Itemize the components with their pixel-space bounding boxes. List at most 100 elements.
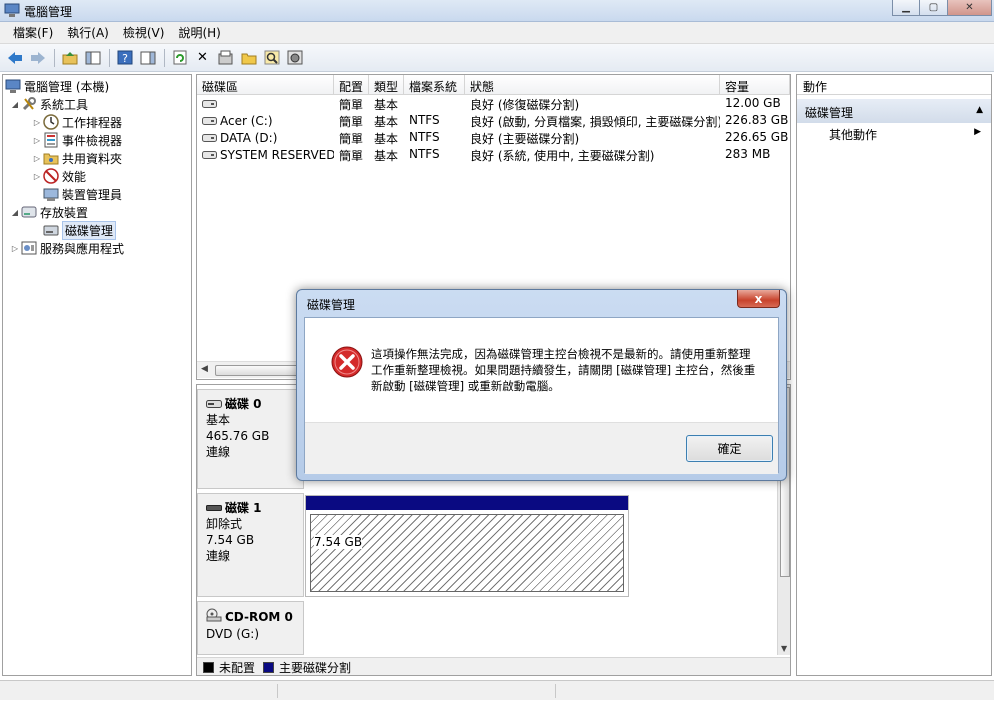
services-apps-icon	[21, 240, 37, 256]
column-status[interactable]: 狀態	[465, 75, 720, 94]
back-icon[interactable]	[4, 47, 25, 68]
error-dialog: 磁碟管理 x 這項操作無法完成，因為磁碟管理主控台檢視不是最新的。請使用重新整理…	[296, 289, 787, 481]
menu-view[interactable]: 檢視(V)	[116, 24, 172, 41]
tree-item-device-manager[interactable]: 裝置管理員	[43, 185, 122, 203]
dialog-footer: 確定	[305, 422, 778, 474]
up-folder-icon[interactable]	[59, 47, 80, 68]
title-bar: 電腦管理 ▁ ▢ ✕	[0, 0, 994, 22]
legend-primary: 主要磁碟分割	[263, 659, 351, 676]
disk-0-label[interactable]: 磁碟 0 基本 465.76 GB 連線	[197, 389, 304, 489]
dialog-message-area: 這項操作無法完成，因為磁碟管理主控台檢視不是最新的。請使用重新整理工作重新整理檢…	[305, 318, 778, 422]
status-divider	[277, 684, 278, 698]
toolbar-separator	[54, 48, 55, 67]
dialog-title: 磁碟管理	[307, 298, 356, 312]
close-window-button[interactable]: ✕	[948, 0, 992, 16]
scroll-left-icon[interactable]: ◀	[201, 364, 208, 374]
expand-arrow-icon[interactable]: ▷	[9, 244, 21, 253]
forward-icon[interactable]	[27, 47, 48, 68]
event-viewer-icon	[43, 132, 59, 148]
column-volume[interactable]: 磁碟區	[197, 75, 334, 94]
dialog-body: 這項操作無法完成，因為磁碟管理主控台檢視不是最新的。請使用重新整理工作重新整理檢…	[304, 317, 779, 474]
search-icon[interactable]	[261, 47, 282, 68]
table-row[interactable]: SYSTEM RESERVED 簡單 基本 NTFS 良好 (系統, 使用中, …	[197, 146, 790, 163]
svg-text:?: ?	[122, 52, 128, 65]
disk-management-icon	[43, 222, 59, 238]
column-type[interactable]: 類型	[369, 75, 404, 94]
menu-help[interactable]: 說明(H)	[171, 24, 227, 41]
tree-item-services-apps[interactable]: ▷ 服務與應用程式	[9, 239, 124, 257]
show-hide-action-pane-icon[interactable]	[137, 47, 158, 68]
collapse-arrow-icon[interactable]: ◢	[9, 100, 21, 109]
dialog-close-button[interactable]: x	[737, 290, 780, 308]
column-capacity[interactable]: 容量	[720, 75, 790, 94]
computer-management-icon	[4, 3, 20, 18]
tree-item-performance[interactable]: ▷ 效能	[31, 167, 86, 185]
action-more-actions[interactable]: 其他動作 ▶	[797, 123, 991, 143]
shared-folder-icon	[43, 150, 59, 166]
volume-list-header: 磁碟區 配置 類型 檔案系統 狀態 容量	[197, 75, 790, 95]
legend: 未配置 主要磁碟分割	[197, 657, 790, 676]
menu-bar: 檔案(F) 執行(A) 檢視(V) 說明(H)	[0, 22, 994, 44]
toolbar-separator	[109, 48, 110, 67]
column-layout[interactable]: 配置	[334, 75, 369, 94]
tree-item-computer-management[interactable]: 電腦管理 (本機)	[5, 77, 109, 95]
device-manager-icon	[43, 186, 59, 202]
collapse-arrow-icon[interactable]: ◢	[9, 208, 21, 217]
removable-disk-icon	[206, 500, 222, 516]
disk-icon	[206, 396, 222, 412]
cdrom-icon	[206, 608, 222, 626]
tree-item-disk-management[interactable]: 磁碟管理	[43, 220, 117, 240]
performance-icon	[43, 168, 59, 184]
tree-item-storage[interactable]: ◢ 存放裝置	[9, 203, 88, 221]
table-row[interactable]: Acer (C:) 簡單 基本 NTFS 良好 (啟動, 分頁檔案, 損毀傾印,…	[197, 112, 790, 129]
drive-icon	[202, 148, 217, 162]
partition-hatched-area: 7.54 GB	[310, 514, 624, 592]
refresh-icon[interactable]	[169, 47, 190, 68]
drive-icon	[202, 131, 217, 145]
tree-item-task-scheduler[interactable]: ▷ 工作排程器	[31, 113, 122, 131]
disk-settings-icon[interactable]	[284, 47, 305, 68]
scroll-down-icon[interactable]: ▼	[781, 644, 787, 653]
tree-item-system-tools[interactable]: ◢ 系統工具	[9, 95, 88, 113]
column-file-system[interactable]: 檔案系統	[404, 75, 465, 94]
status-divider	[555, 684, 556, 698]
open-folder-icon[interactable]	[238, 47, 259, 68]
actions-header: 動作	[797, 75, 991, 95]
actions-section-disk-management[interactable]: 磁碟管理 ▲	[797, 99, 991, 123]
properties-icon[interactable]	[215, 47, 236, 68]
unallocated-swatch	[203, 661, 214, 673]
expand-arrow-icon[interactable]: ▷	[31, 136, 43, 145]
cdrom-0-label[interactable]: CD-ROM 0 DVD (G:)	[197, 601, 304, 655]
toolbar-separator	[164, 48, 165, 67]
primary-partition-bar	[306, 496, 628, 510]
drive-icon	[202, 97, 217, 111]
drive-icon	[202, 114, 217, 128]
delete-icon[interactable]: ✕	[192, 47, 213, 68]
legend-unallocated: 未配置	[203, 659, 255, 676]
minimize-button[interactable]: ▁	[892, 0, 920, 16]
storage-icon	[21, 204, 37, 220]
table-row[interactable]: DATA (D:) 簡單 基本 NTFS 良好 (主要磁碟分割) 226.65 …	[197, 129, 790, 146]
disk-1-label[interactable]: 磁碟 1 卸除式 7.54 GB 連線	[197, 493, 304, 597]
help-icon[interactable]: ?	[114, 47, 135, 68]
expand-arrow-icon[interactable]: ▷	[31, 118, 43, 127]
menu-action[interactable]: 執行(A)	[60, 24, 116, 41]
disk-1-partition[interactable]: 7.54 GB	[305, 495, 629, 597]
status-bar	[0, 680, 994, 700]
dialog-message: 這項操作無法完成，因為磁碟管理主控台檢視不是最新的。請使用重新整理工作重新整理檢…	[371, 347, 756, 393]
clock-icon	[43, 114, 59, 130]
collapse-up-icon[interactable]: ▲	[976, 105, 983, 115]
menu-file[interactable]: 檔案(F)	[6, 24, 60, 41]
toolbar: ? ✕	[0, 44, 994, 72]
maximize-button[interactable]: ▢	[920, 0, 948, 16]
primary-swatch	[263, 661, 275, 673]
show-hide-tree-icon[interactable]	[82, 47, 103, 68]
tree-item-event-viewer[interactable]: ▷ 事件檢視器	[31, 131, 122, 149]
error-icon	[331, 346, 363, 378]
table-row[interactable]: 簡單 基本 良好 (修復磁碟分割) 12.00 GB	[197, 95, 790, 112]
expand-arrow-icon[interactable]: ▷	[31, 154, 43, 163]
system-tools-icon	[21, 96, 37, 112]
ok-button[interactable]: 確定	[686, 435, 773, 462]
expand-arrow-icon[interactable]: ▷	[31, 172, 43, 181]
tree-item-shared-folders[interactable]: ▷ 共用資料夾	[31, 149, 122, 167]
